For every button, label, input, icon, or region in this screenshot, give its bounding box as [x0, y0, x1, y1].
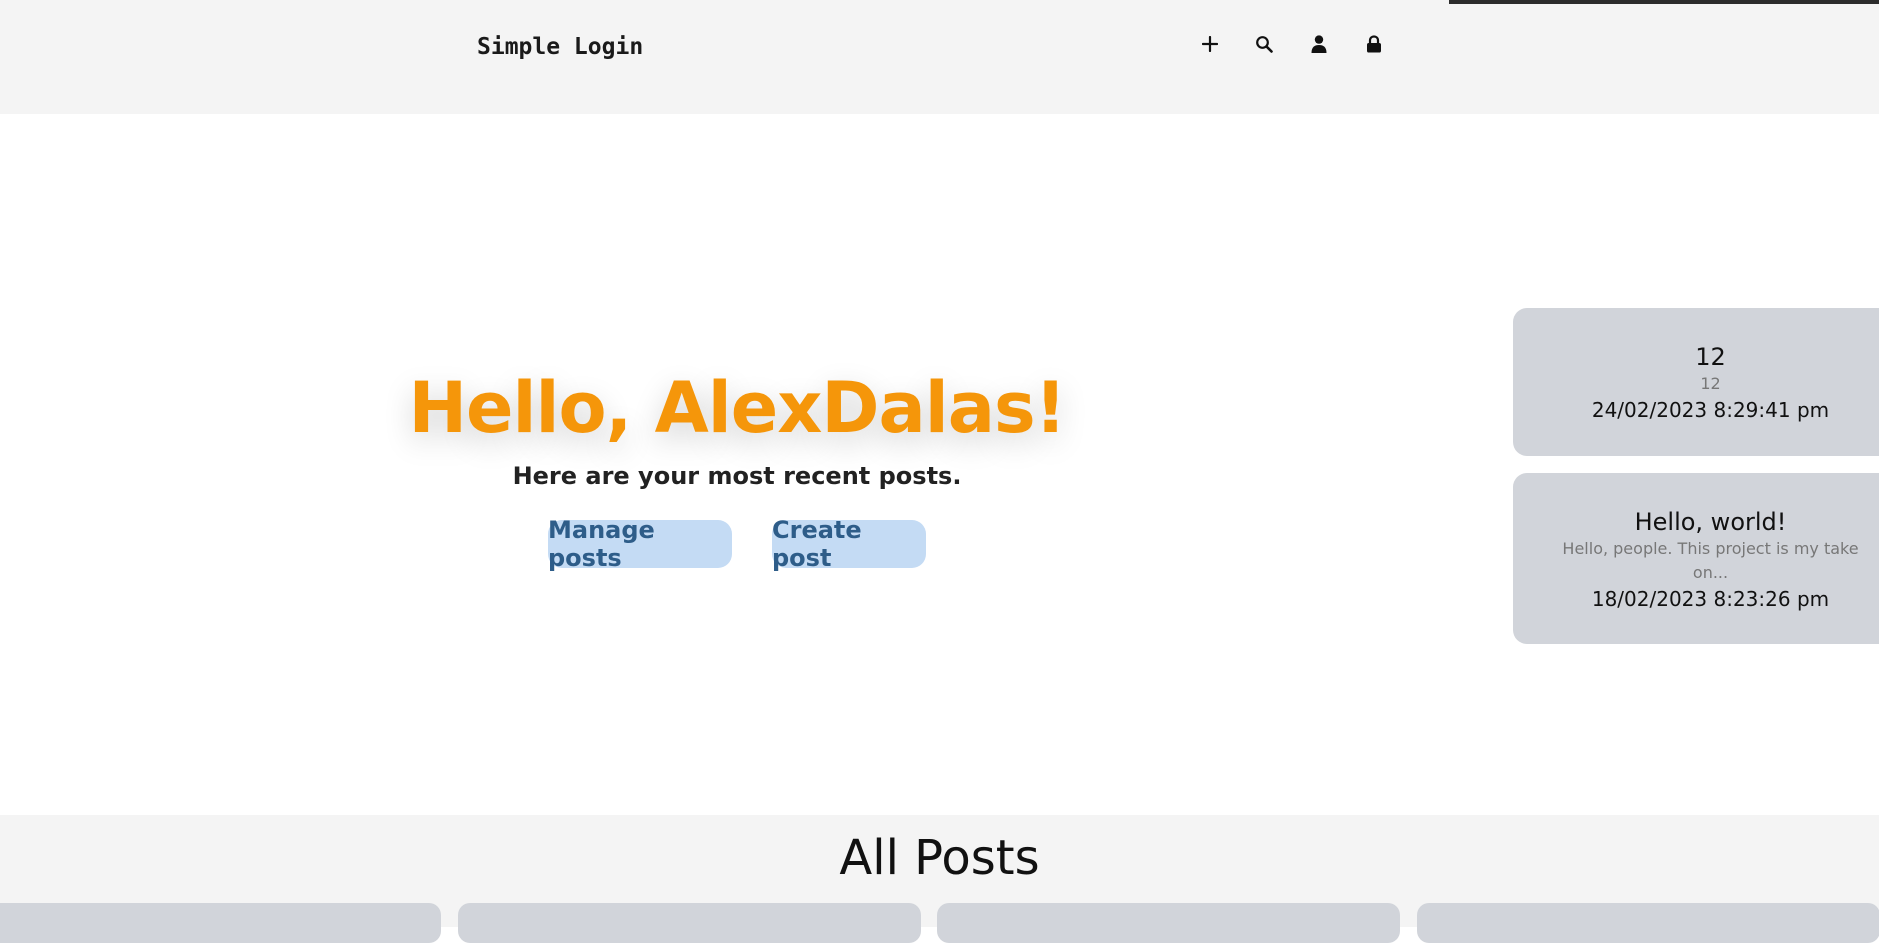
plus-icon[interactable] — [1197, 31, 1223, 57]
user-icon[interactable] — [1306, 31, 1332, 57]
post-card[interactable] — [458, 903, 921, 943]
post-excerpt: Hello, people. This project is my take o… — [1562, 539, 1859, 582]
hero-subtitle: Here are your most recent posts. — [512, 462, 962, 490]
brand-logo-link[interactable]: Simple Login — [477, 34, 643, 60]
top-accent-bar — [1449, 0, 1879, 4]
lock-icon[interactable] — [1361, 31, 1387, 57]
post-card[interactable] — [937, 903, 1400, 943]
manage-posts-button[interactable]: Manage posts — [548, 516, 732, 572]
post-date: 18/02/2023 8:23:26 pm — [1591, 587, 1830, 611]
post-excerpt: 12 — [1700, 374, 1721, 393]
post-card[interactable] — [1417, 903, 1879, 943]
recent-post-card[interactable]: Hello, world! Hello, people. This projec… — [1513, 473, 1879, 644]
post-title: 12 — [1695, 343, 1726, 371]
create-post-button[interactable]: Create post — [772, 516, 926, 572]
post-card[interactable] — [0, 903, 441, 943]
post-title: Hello, world! — [1634, 508, 1787, 536]
recent-post-card[interactable]: 12 12 24/02/2023 8:29:41 pm — [1513, 308, 1879, 456]
all-posts-heading: All Posts — [839, 830, 1040, 886]
greeting-heading: Hello, AlexDalas! — [408, 367, 1066, 449]
post-date: 24/02/2023 8:29:41 pm — [1591, 398, 1830, 422]
search-icon[interactable] — [1251, 31, 1277, 57]
top-navbar — [0, 0, 1879, 114]
